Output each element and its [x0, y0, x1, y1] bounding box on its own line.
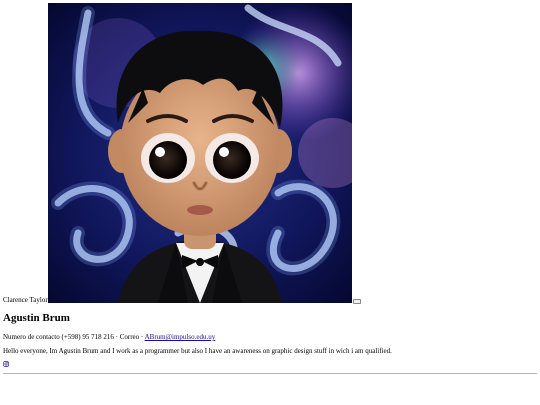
profile-portrait — [48, 3, 352, 303]
contact-text: Numero de contacto (+598) 95 718 216 · C… — [3, 333, 144, 341]
image-caption: Clarence Taylor — [3, 296, 48, 304]
expand-button[interactable] — [353, 299, 361, 304]
email-link[interactable]: ABrum@impulso.edu.uy — [145, 333, 216, 341]
divider — [3, 373, 537, 374]
profile-name: Agustin Brum — [3, 312, 70, 324]
contact-line: Numero de contacto (+598) 95 718 216 · C… — [3, 333, 215, 341]
instagram-icon[interactable] — [3, 361, 9, 367]
profile-bio: Hello everyone, Im Agustin Brum and I wo… — [3, 347, 392, 355]
